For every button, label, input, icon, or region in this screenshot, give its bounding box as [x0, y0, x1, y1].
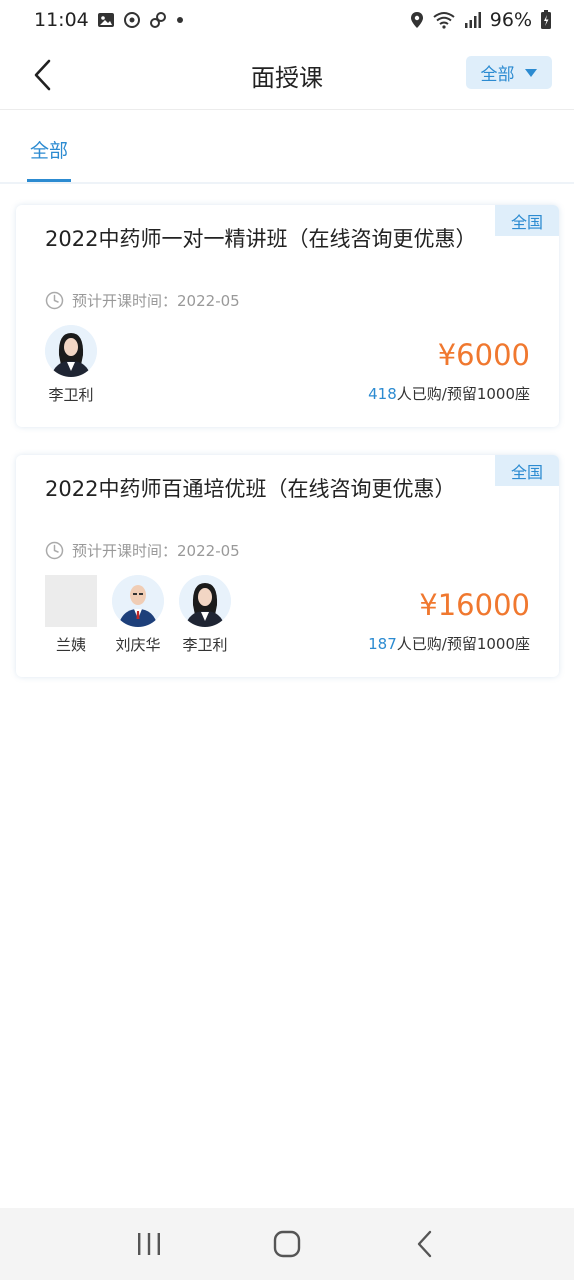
clock-icon	[45, 541, 64, 560]
teacher-item[interactable]: 李卫利	[179, 575, 231, 655]
teacher-item[interactable]: 兰姨	[45, 575, 97, 655]
battery-percent: 96%	[489, 9, 532, 31]
course-card[interactable]: 全国 2022中药师百通培优班（在线咨询更优惠） 预计开课时间： 2022-05…	[16, 455, 559, 677]
back-arrow-icon	[34, 59, 51, 91]
recent-apps-icon	[138, 1233, 160, 1255]
status-left: 11:04	[34, 9, 185, 31]
recent-apps-button[interactable]	[119, 1219, 179, 1269]
status-bar: 11:04 96%	[0, 0, 574, 40]
link-icon	[149, 11, 167, 29]
region-filter-button[interactable]: 全部	[466, 56, 552, 89]
teacher-item[interactable]: 李卫利	[45, 325, 97, 405]
region-badge: 全国	[495, 205, 559, 236]
status-time: 11:04	[34, 9, 89, 31]
schedule-value: 2022-05	[177, 291, 240, 310]
system-back-button[interactable]	[395, 1219, 455, 1269]
sales-info: 418人已购/预留1000座	[368, 383, 530, 404]
home-button[interactable]	[257, 1219, 317, 1269]
category-tabs: 全部	[0, 111, 574, 184]
teacher-name: 刘庆华	[115, 636, 161, 654]
system-back-icon	[417, 1230, 432, 1258]
schedule-label: 预计开课时间：	[72, 542, 178, 560]
battery-icon	[540, 10, 552, 30]
teacher-list: 兰姨 刘庆华 李卫利	[45, 575, 231, 655]
teacher-name: 李卫利	[182, 636, 228, 654]
teacher-name: 兰姨	[55, 636, 86, 654]
image-icon	[97, 11, 115, 29]
teacher-name: 李卫利	[48, 386, 94, 404]
sold-suffix: 人已购/预留1000座	[396, 385, 530, 403]
wifi-icon	[432, 11, 456, 29]
schedule-value: 2022-05	[177, 541, 240, 560]
teacher-avatar	[112, 575, 164, 627]
teacher-list: 李卫利	[45, 325, 97, 405]
schedule-row: 预计开课时间： 2022-05	[45, 540, 240, 561]
system-nav-bar	[0, 1208, 574, 1280]
course-title: 2022中药师一对一精讲班（在线咨询更优惠）	[45, 227, 477, 251]
course-price: ¥6000	[437, 338, 530, 372]
nav-bar: 面授课 全部	[0, 40, 574, 110]
dot-icon	[175, 15, 185, 25]
tab-active-indicator	[27, 179, 71, 182]
sold-count: 187	[368, 635, 397, 653]
location-icon	[410, 11, 424, 29]
sync-icon	[123, 11, 141, 29]
schedule-row: 预计开课时间： 2022-05	[45, 290, 240, 311]
teacher-avatar-placeholder	[45, 575, 97, 627]
course-list: 全国 2022中药师一对一精讲班（在线咨询更优惠） 预计开课时间： 2022-0…	[16, 205, 559, 705]
sales-info: 187人已购/预留1000座	[368, 633, 530, 654]
sold-count: 418	[368, 385, 397, 403]
course-price: ¥16000	[419, 588, 530, 622]
course-card[interactable]: 全国 2022中药师一对一精讲班（在线咨询更优惠） 预计开课时间： 2022-0…	[16, 205, 559, 427]
teacher-avatar	[179, 575, 231, 627]
course-title: 2022中药师百通培优班（在线咨询更优惠）	[45, 477, 456, 501]
filter-label: 全部	[480, 65, 515, 85]
teacher-avatar	[45, 325, 97, 377]
region-badge: 全国	[495, 455, 559, 486]
back-button[interactable]	[22, 55, 62, 95]
schedule-label: 预计开课时间：	[72, 292, 178, 310]
signal-icon	[464, 11, 482, 29]
sold-suffix: 人已购/预留1000座	[396, 635, 530, 653]
caret-down-icon	[524, 68, 537, 77]
clock-icon	[45, 291, 64, 310]
teacher-item[interactable]: 刘庆华	[112, 575, 164, 655]
home-icon	[273, 1230, 301, 1258]
tab-all[interactable]: 全部	[27, 111, 71, 184]
status-right: 96%	[410, 9, 552, 31]
